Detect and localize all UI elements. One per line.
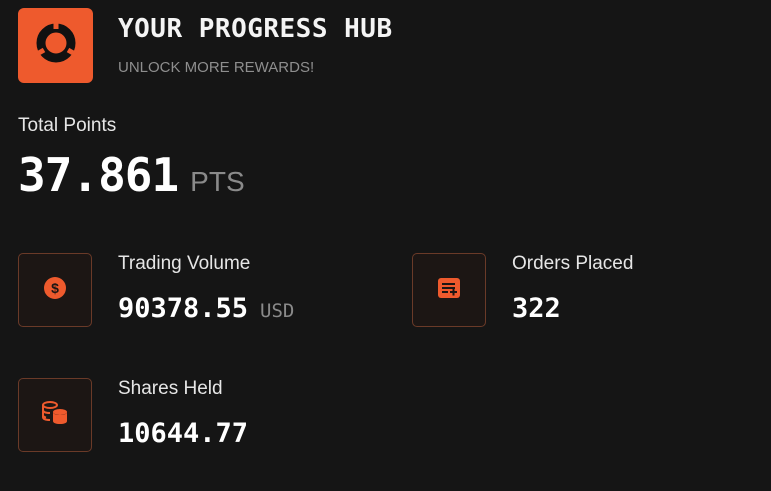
total-points-label: Total Points	[18, 115, 117, 136]
ring-logo-icon	[33, 20, 79, 71]
stat-value-row: 322	[512, 293, 573, 324]
stat-trading-volume: $ Trading Volume 90378.55 USD	[18, 253, 348, 333]
logo	[18, 8, 93, 83]
coin-stack-icon	[41, 400, 69, 431]
stat-icon-box: $	[18, 253, 92, 327]
stat-label: Orders Placed	[512, 253, 634, 274]
stat-orders-placed: Orders Placed 322	[412, 253, 742, 333]
stat-value: 90378.55	[118, 293, 249, 324]
total-points-unit: PTS	[190, 166, 245, 197]
dollar-coin-icon: $	[42, 275, 68, 306]
stat-value: 10644.77	[118, 418, 249, 449]
stat-value: 322	[512, 293, 561, 324]
stat-label: Shares Held	[118, 378, 223, 399]
total-points: 37.861 PTS	[18, 148, 245, 202]
total-points-value: 37.861	[18, 148, 179, 202]
order-list-icon	[436, 275, 462, 306]
stat-shares-held: Shares Held 10644.77	[18, 378, 348, 458]
page-subtitle: UNLOCK MORE REWARDS!	[118, 59, 315, 76]
stat-label: Trading Volume	[118, 253, 251, 274]
stat-icon-box	[18, 378, 92, 452]
page-title: YOUR PROGRESS HUB	[118, 14, 393, 44]
stat-icon-box	[412, 253, 486, 327]
svg-text:$: $	[51, 280, 59, 296]
stat-unit: USD	[260, 300, 295, 322]
stat-value-row: 10644.77	[118, 418, 260, 449]
stat-value-row: 90378.55 USD	[118, 293, 294, 324]
